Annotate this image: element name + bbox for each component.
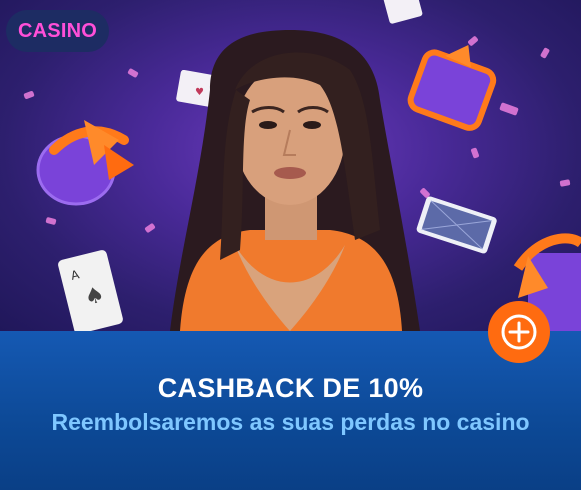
- promo-hero-image: ♥ A ♠ CASINO: [0, 0, 581, 331]
- confetti: [539, 47, 551, 59]
- confetti: [559, 179, 571, 187]
- promo-card[interactable]: ♥ A ♠ CASINO CASHBACK DE 10% Reembolsare…: [0, 0, 581, 490]
- confetti: [470, 147, 480, 159]
- playing-card-icon: [383, 0, 423, 24]
- confetti: [499, 102, 519, 116]
- confetti: [23, 90, 35, 100]
- category-badge[interactable]: CASINO: [6, 10, 109, 52]
- playing-card-icon: A ♠: [58, 250, 123, 331]
- confetti: [127, 67, 139, 79]
- expand-button[interactable]: [488, 301, 550, 363]
- promo-subtitle: Reembolsaremos as suas perdas no casino: [51, 409, 530, 435]
- promo-title: CASHBACK DE 10%: [157, 373, 424, 403]
- promo-model-photo: [170, 30, 420, 331]
- confetti: [45, 216, 57, 226]
- plus-circle-icon: [501, 314, 537, 350]
- gift-box-icon: [36, 120, 134, 206]
